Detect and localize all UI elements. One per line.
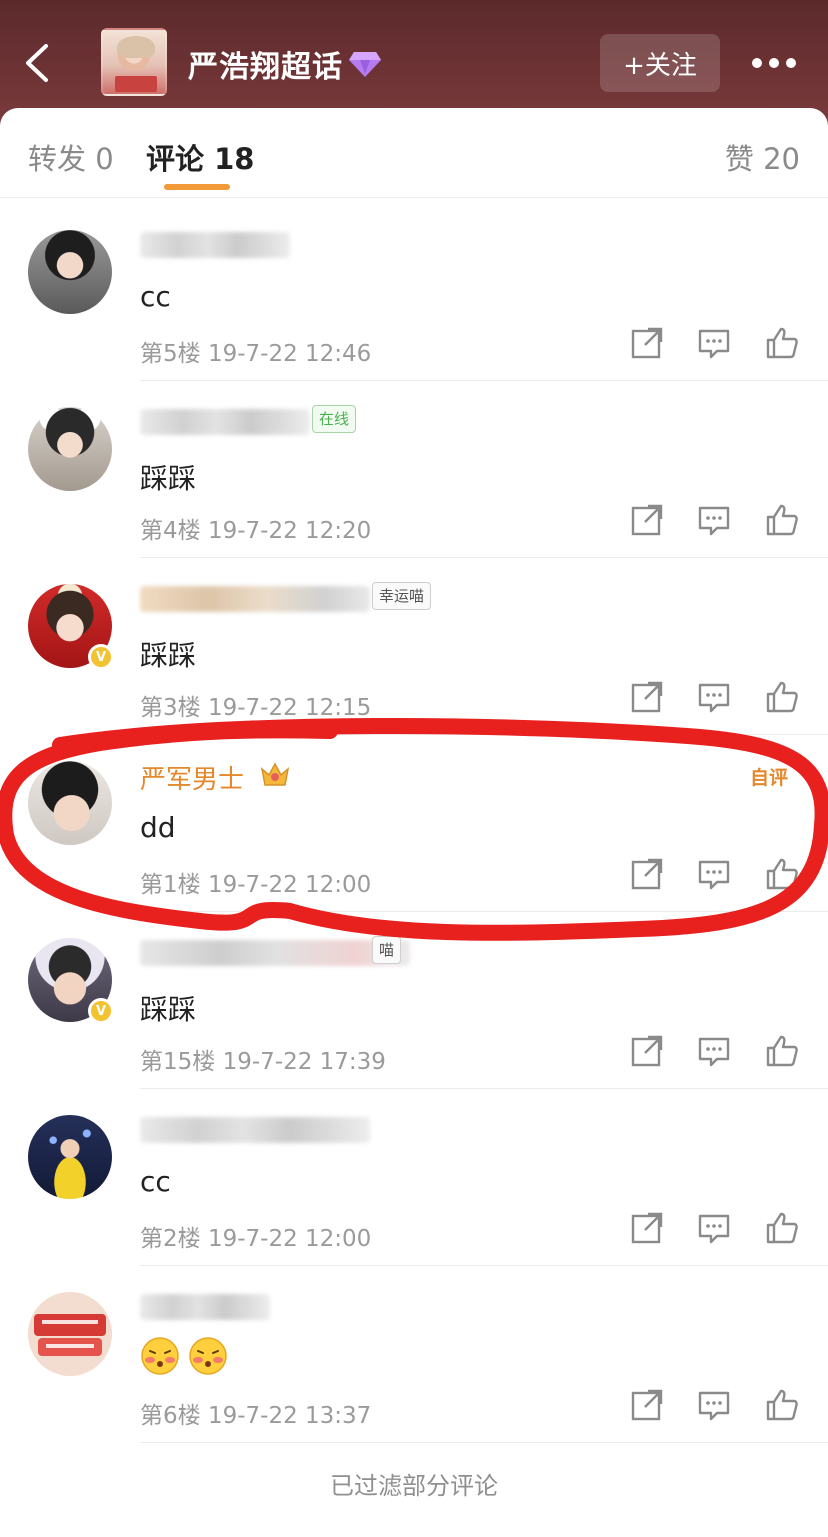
crown-icon (260, 762, 290, 786)
username-redacted[interactable] (140, 940, 410, 966)
username[interactable]: 严军男士 (140, 759, 244, 796)
avatar[interactable] (28, 230, 112, 314)
thumbnail-figure (117, 36, 155, 58)
follow-button[interactable]: +关注 (600, 34, 720, 92)
verified-badge: V (88, 644, 114, 670)
reply-icon[interactable] (697, 1388, 731, 1422)
comment-text: 踩踩 (140, 639, 197, 672)
fan-badge: 喵 (372, 936, 402, 964)
comment-meta: 第15楼 19-7-22 17:39 (140, 1049, 386, 1075)
dot (769, 58, 779, 68)
emoji-row (140, 1336, 228, 1376)
comment-meta: 第1楼 19-7-22 12:00 (140, 872, 372, 898)
comment-item: V 喵 踩踩 第15楼 19-7-22 17:39 (0, 912, 828, 1089)
tab-bar: 转发 0 评论 18 赞 20 (0, 108, 828, 198)
like-icon[interactable] (765, 857, 799, 891)
topic-thumbnail[interactable] (101, 28, 167, 96)
comment-item: 在线 踩踩 第4楼 19-7-22 12:20 (0, 381, 828, 558)
comment-item: cc 第2楼 19-7-22 12:00 (0, 1089, 828, 1266)
username-redacted[interactable] (140, 409, 310, 435)
comment-text: cc (140, 1165, 171, 1198)
username-redacted[interactable] (140, 1294, 270, 1320)
like-icon[interactable] (765, 503, 799, 537)
blushing-face-icon (189, 1337, 227, 1375)
active-tab-indicator (164, 184, 230, 190)
filtered-comments-note: 已过滤部分评论 (330, 1472, 498, 1500)
diamond-icon (349, 52, 381, 77)
comment-text: cc (140, 280, 171, 313)
fan-badge: 幸运喵 (372, 582, 432, 610)
reply-icon[interactable] (697, 857, 731, 891)
comment-item: 严军男士 自评 dd 第1楼 19-7-22 12:00 (0, 735, 828, 912)
tab-comments[interactable]: 评论 18 (146, 136, 254, 178)
username-redacted[interactable] (140, 1117, 370, 1143)
reply-icon[interactable] (697, 1034, 731, 1068)
avatar[interactable] (28, 1292, 112, 1376)
author-tag: 自评 (750, 767, 789, 789)
username-redacted[interactable] (140, 232, 290, 258)
reply-icon[interactable] (697, 680, 731, 714)
dot (786, 58, 796, 68)
topic-header: 严浩翔超话 +关注 (0, 0, 828, 125)
dot (752, 58, 762, 68)
reply-icon[interactable] (697, 326, 731, 360)
blushing-face-icon (141, 1337, 179, 1375)
share-icon[interactable] (630, 503, 664, 537)
comment-meta: 第6楼 19-7-22 13:37 (140, 1403, 372, 1429)
thumbnail-tag (115, 76, 157, 92)
comment-item: cc 第5楼 19-7-22 12:46 (0, 204, 828, 381)
share-icon[interactable] (630, 1388, 664, 1422)
share-icon[interactable] (630, 1211, 664, 1245)
share-icon[interactable] (630, 680, 664, 714)
share-icon[interactable] (630, 1034, 664, 1068)
comment-meta: 第5楼 19-7-22 12:46 (140, 341, 372, 367)
like-icon[interactable] (765, 1211, 799, 1245)
more-options-icon[interactable] (752, 48, 802, 78)
like-icon[interactable] (765, 680, 799, 714)
comment-item: V 幸运喵 踩踩 第3楼 19-7-22 12:15 (0, 558, 828, 735)
verified-badge: V (88, 998, 114, 1024)
reply-icon[interactable] (697, 503, 731, 537)
avatar-art (28, 1292, 112, 1376)
tab-reposts[interactable]: 转发 0 (28, 136, 114, 178)
like-icon[interactable] (765, 1388, 799, 1422)
comment-text: dd (140, 811, 176, 844)
comment-meta: 第3楼 19-7-22 12:15 (140, 695, 372, 721)
share-icon[interactable] (630, 326, 664, 360)
comment-meta: 第2楼 19-7-22 12:00 (140, 1226, 372, 1252)
comment-item: 第6楼 19-7-22 13:37 (0, 1266, 828, 1443)
tab-likes[interactable]: 赞 20 (725, 136, 800, 178)
avatar[interactable] (28, 761, 112, 845)
divider (140, 1442, 828, 1443)
share-icon[interactable] (630, 857, 664, 891)
like-icon[interactable] (765, 326, 799, 360)
back-arrow-icon[interactable] (18, 40, 58, 86)
topic-title: 严浩翔超话 (188, 50, 343, 85)
comment-text: 踩踩 (140, 993, 197, 1026)
comment-meta: 第4楼 19-7-22 12:20 (140, 518, 372, 544)
username-redacted[interactable] (140, 586, 370, 612)
avatar[interactable] (28, 407, 112, 491)
reply-icon[interactable] (697, 1211, 731, 1245)
avatar[interactable] (28, 1115, 112, 1199)
like-icon[interactable] (765, 1034, 799, 1068)
comment-text: 踩踩 (140, 462, 197, 495)
status-badge: 在线 (312, 405, 357, 433)
